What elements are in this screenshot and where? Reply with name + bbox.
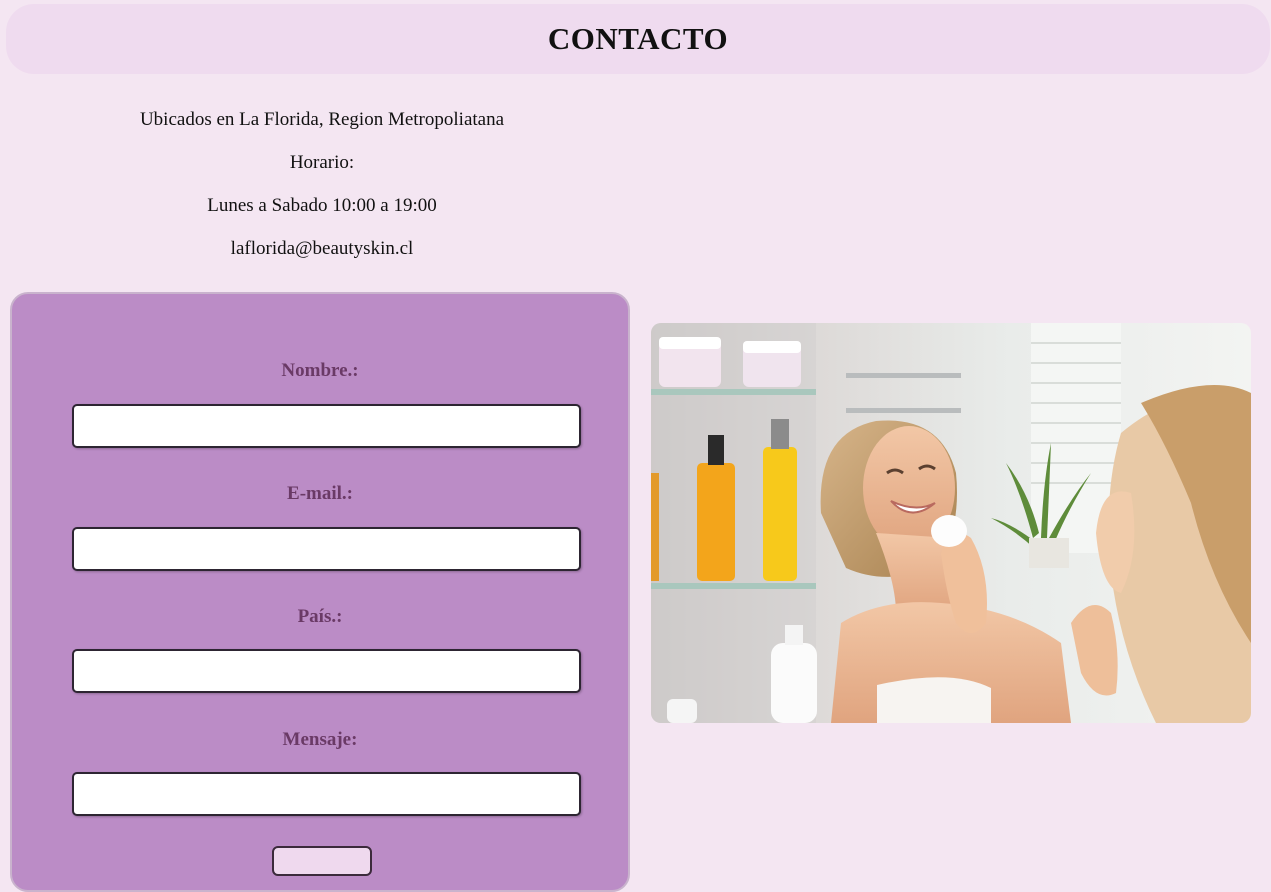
email-label: E-mail.:	[287, 483, 353, 504]
page-header: CONTACTO	[6, 4, 1270, 74]
country-field[interactable]	[72, 649, 581, 693]
name-label: Nombre.:	[281, 360, 359, 381]
page-title: CONTACTO	[547, 21, 729, 56]
contact-info: Ubicados en La Florida, Region Metropoli…	[10, 108, 634, 280]
name-field[interactable]	[72, 404, 581, 448]
email-text: laflorida@beautyskin.cl	[230, 238, 414, 259]
hours-text: Lunes a Sabado 10:00 a 19:00	[207, 195, 437, 216]
location-text: Ubicados en La Florida, Region Metropoli…	[139, 109, 505, 130]
contact-form: Nombre.: E-mail.: País.: Mensaje:	[10, 292, 630, 892]
country-label: País.:	[297, 606, 343, 627]
message-field[interactable]	[72, 772, 581, 816]
hours-label: Horario:	[289, 152, 355, 173]
woman-cleansing-face-photo	[651, 323, 1251, 723]
message-label: Mensaje:	[282, 729, 358, 750]
email-field[interactable]	[72, 527, 581, 571]
